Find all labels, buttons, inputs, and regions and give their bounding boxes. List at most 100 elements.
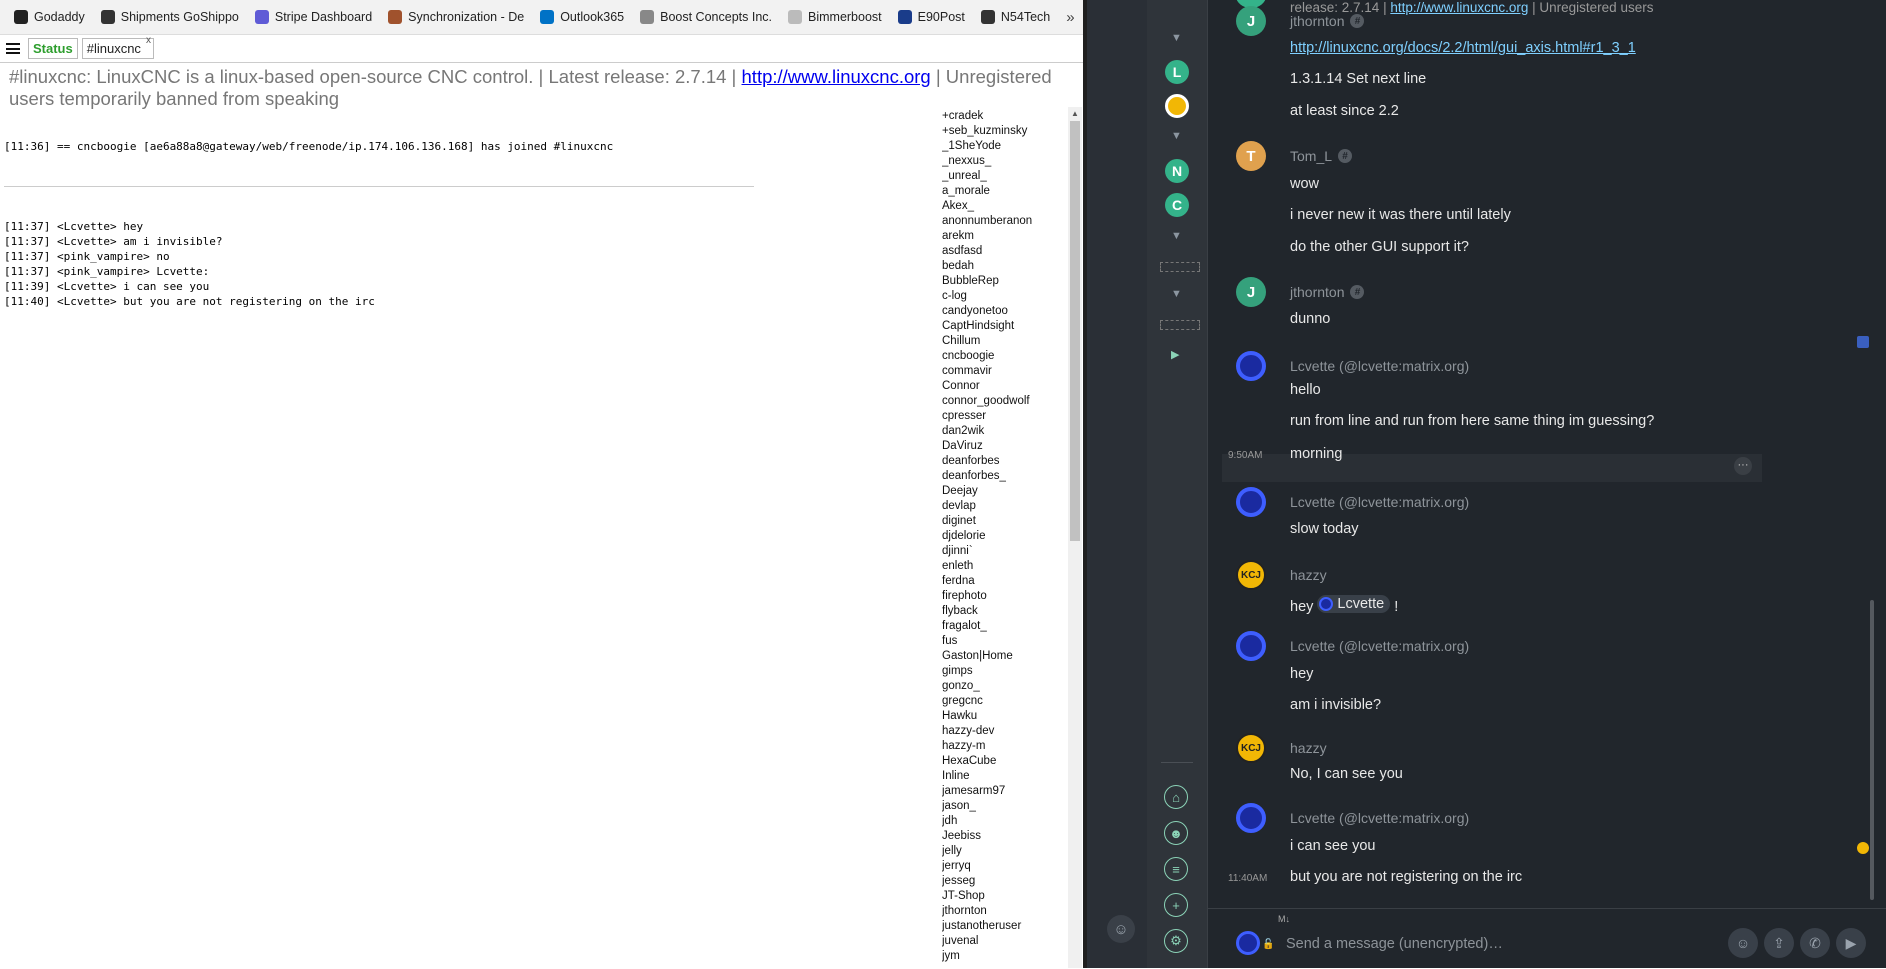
user-mention-pill[interactable]: Lcvette — [1317, 595, 1391, 613]
nick-list-item[interactable]: jerryq — [942, 859, 1066, 874]
nick-list-item[interactable]: djinni` — [942, 544, 1066, 559]
voice-call-icon[interactable]: ✆ — [1800, 928, 1830, 958]
room-avatar-sign[interactable] — [1165, 94, 1189, 118]
nick-list-item[interactable]: Jeebiss — [942, 829, 1066, 844]
sender-avatar[interactable]: T — [1236, 141, 1266, 171]
room-avatar-n[interactable]: N — [1165, 159, 1189, 183]
nick-list-item[interactable]: gonzo_ — [942, 679, 1066, 694]
bookmark-0[interactable]: Godaddy — [14, 10, 85, 24]
nick-list-item[interactable]: enleth — [942, 559, 1066, 574]
community-icon[interactable]: ☺ — [1107, 915, 1135, 943]
tab-close-icon[interactable]: x — [146, 35, 151, 46]
section-collapse-icon[interactable]: ▼ — [1171, 230, 1182, 242]
sender-avatar[interactable]: KCJ — [1236, 560, 1266, 590]
people-icon[interactable]: ☻ — [1164, 821, 1188, 845]
nick-list-item[interactable]: hazzy-m — [942, 739, 1066, 754]
nick-list-item[interactable]: +cradek — [942, 109, 1066, 124]
sender-name[interactable]: jthornton # — [1290, 284, 1365, 300]
nick-list-item[interactable]: candyonetoo — [942, 304, 1066, 319]
room-avatar-l[interactable]: L — [1165, 60, 1189, 84]
section-collapse-icon[interactable]: ▼ — [1171, 288, 1182, 300]
nicklist-scrollbar[interactable]: ▲ — [1068, 107, 1082, 968]
hamburger-menu-icon[interactable] — [6, 43, 20, 54]
nick-list-item[interactable]: _nexxus_ — [942, 154, 1066, 169]
bookmark-2[interactable]: Stripe Dashboard — [254, 10, 372, 24]
sender-avatar[interactable]: J — [1236, 277, 1266, 307]
nick-list-item[interactable]: jdh — [942, 814, 1066, 829]
upload-icon[interactable]: ⇪ — [1764, 928, 1794, 958]
bookmark-6[interactable]: Bimmerboost — [788, 10, 882, 24]
bookmark-4[interactable]: Outlook365 — [540, 10, 624, 24]
nick-list-item[interactable]: fus — [942, 634, 1066, 649]
timeline-scrollbar[interactable] — [1870, 600, 1874, 900]
nick-list-item[interactable]: Akex_ — [942, 199, 1066, 214]
message-input[interactable] — [1284, 931, 1708, 957]
sender-avatar[interactable]: KCJ — [1236, 733, 1266, 763]
topic-link[interactable]: http://www.linuxcnc.org — [742, 66, 931, 87]
sender-name[interactable]: hazzy — [1290, 567, 1327, 583]
nick-list-item[interactable]: _unreal_ — [942, 169, 1066, 184]
nick-list-item[interactable]: Gaston|Home — [942, 649, 1066, 664]
sender-avatar[interactable] — [1236, 487, 1266, 517]
sender-avatar[interactable]: J — [1236, 6, 1266, 36]
markdown-icon[interactable]: M↓ — [1278, 914, 1290, 924]
nick-list-item[interactable]: Hawku — [942, 709, 1066, 724]
nick-list-item[interactable]: c-log — [942, 289, 1066, 304]
message-options-icon[interactable]: ··· — [1734, 457, 1752, 475]
nick-list-item[interactable]: a_morale — [942, 184, 1066, 199]
nick-list-item[interactable]: JT-Shop — [942, 889, 1066, 904]
bookmark-1[interactable]: Shipments GoShippo — [100, 10, 239, 24]
message-timestamp[interactable]: 11:40AM — [1228, 873, 1267, 884]
nick-list-item[interactable]: Chillum — [942, 334, 1066, 349]
read-receipt-avatar-icon[interactable] — [1857, 336, 1869, 348]
nick-list-item[interactable]: Inline — [942, 769, 1066, 784]
sender-name[interactable]: Lcvette (@lcvette:matrix.org) — [1290, 638, 1469, 654]
scroll-up-icon[interactable]: ▲ — [1071, 109, 1079, 118]
nick-list-item[interactable]: _1SheYode — [942, 139, 1066, 154]
sender-name[interactable]: Lcvette (@lcvette:matrix.org) — [1290, 358, 1469, 374]
nick-list-item[interactable]: Connor — [942, 379, 1066, 394]
home-icon[interactable]: ⌂ — [1164, 785, 1188, 809]
video-call-icon[interactable]: ▶ — [1836, 928, 1866, 958]
nick-list-item[interactable]: devlap — [942, 499, 1066, 514]
nick-list-item[interactable]: bedah — [942, 259, 1066, 274]
tab-linuxcnc[interactable]: #linuxcnc x — [81, 35, 154, 59]
nick-list-item[interactable]: connor_goodwolf — [942, 394, 1066, 409]
nick-list-item[interactable]: arekm — [942, 229, 1066, 244]
read-receipt-avatar-icon[interactable] — [1857, 842, 1869, 854]
nick-list-item[interactable]: ferdna — [942, 574, 1066, 589]
sender-name[interactable]: Lcvette (@lcvette:matrix.org) — [1290, 810, 1469, 826]
emoji-icon[interactable]: ☺ — [1728, 928, 1758, 958]
room-topic-link[interactable]: http://www.linuxcnc.org — [1390, 0, 1528, 15]
nick-list-item[interactable]: fragalot_ — [942, 619, 1066, 634]
nick-list-item[interactable]: jthornton — [942, 904, 1066, 919]
nick-list-item[interactable]: cncboogie — [942, 349, 1066, 364]
nick-list-item[interactable]: flyback — [942, 604, 1066, 619]
expand-icon[interactable]: ▶ — [1171, 348, 1179, 361]
bookmarks-overflow-icon[interactable]: » — [1066, 9, 1074, 26]
nick-list-item[interactable]: hazzy-dev — [942, 724, 1066, 739]
nick-list-item[interactable]: justanotheruser — [942, 919, 1066, 934]
explore-rooms-icon[interactable]: ≡ — [1164, 857, 1188, 881]
nick-list-item[interactable]: gimps — [942, 664, 1066, 679]
nick-list-item[interactable]: jesseg — [942, 874, 1066, 889]
nick-list-item[interactable]: firephoto — [942, 589, 1066, 604]
nick-list-item[interactable]: +seb_kuzminsky — [942, 124, 1066, 139]
nick-list-item[interactable]: jym — [942, 949, 1066, 964]
nick-list-item[interactable]: asdfasd — [942, 244, 1066, 259]
message-timestamp[interactable]: 9:50AM — [1228, 450, 1262, 461]
bookmark-7[interactable]: E90Post — [897, 10, 965, 24]
bookmark-3[interactable]: Synchronization - De — [388, 10, 524, 24]
nick-list-item[interactable]: djdelorie — [942, 529, 1066, 544]
sender-avatar[interactable] — [1236, 351, 1266, 381]
sender-avatar[interactable] — [1236, 803, 1266, 833]
nick-list-item[interactable]: juvenal — [942, 934, 1066, 949]
nick-list-item[interactable]: CaptHindsight — [942, 319, 1066, 334]
settings-gear-icon[interactable]: ⚙ — [1164, 929, 1188, 953]
section-collapse-icon[interactable]: ▼ — [1171, 130, 1182, 142]
sender-name[interactable]: Tom_L # — [1290, 148, 1353, 164]
nick-list-item[interactable]: jelly — [942, 844, 1066, 859]
section-collapse-icon[interactable]: ▼ — [1171, 32, 1182, 44]
nick-list-item[interactable]: deanforbes — [942, 454, 1066, 469]
sender-name[interactable]: jthornton # — [1290, 13, 1365, 29]
